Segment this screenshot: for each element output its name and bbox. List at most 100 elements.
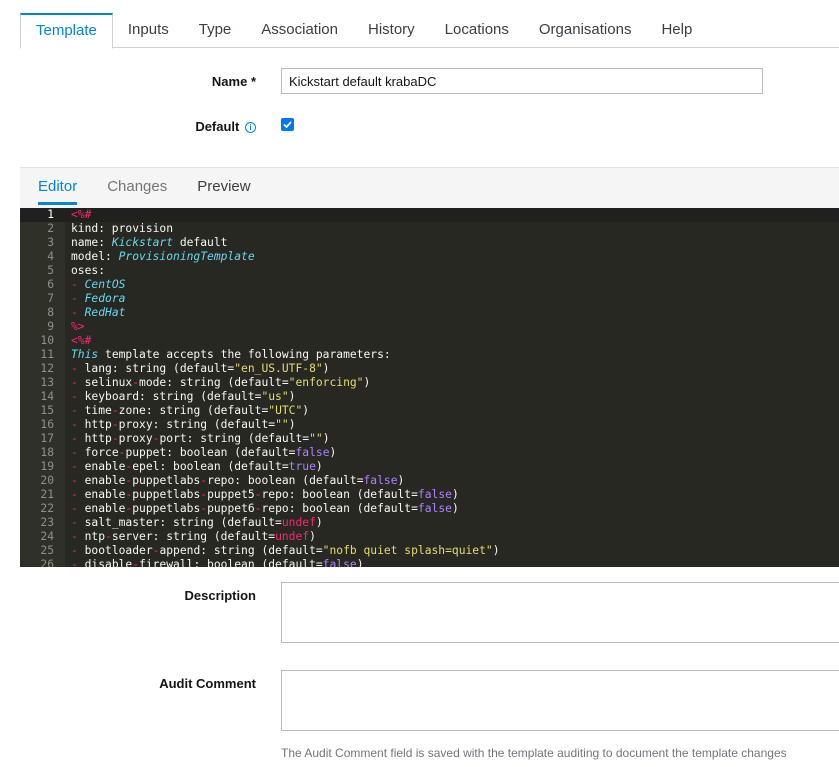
code-token: - bbox=[71, 362, 85, 375]
code-text: - salt_master: string (default=undef) bbox=[71, 516, 323, 530]
tab-editor[interactable]: Editor bbox=[38, 168, 78, 205]
code-line: 13- selinux-mode: string (default="enfor… bbox=[20, 376, 839, 390]
audit-comment-label: Audit Comment bbox=[159, 676, 256, 691]
code-token: template accepts the following parameter… bbox=[98, 348, 391, 361]
description-label: Description bbox=[184, 588, 256, 603]
code-text: %> bbox=[71, 320, 85, 334]
default-label: Default bbox=[195, 119, 240, 134]
code-token: mode: string (default= bbox=[139, 376, 289, 389]
code-token: - bbox=[71, 516, 85, 529]
code-token: http bbox=[84, 418, 112, 431]
code-line: 1 <%# bbox=[20, 208, 839, 222]
code-token: false bbox=[322, 558, 357, 567]
code-token: CentOS bbox=[84, 278, 126, 291]
code-text: <%# bbox=[71, 208, 91, 222]
tab-organisations[interactable]: Organisations bbox=[524, 13, 647, 48]
code-token: port: string (default= bbox=[159, 432, 310, 445]
code-token: - bbox=[132, 376, 140, 389]
code-line: 5 oses: bbox=[20, 264, 839, 278]
tab-locations[interactable]: Locations bbox=[430, 13, 524, 48]
tab-association[interactable]: Association bbox=[246, 13, 353, 48]
line-number: 22 bbox=[40, 502, 54, 515]
info-icon[interactable]: i bbox=[245, 122, 256, 133]
audit-comment-textarea[interactable] bbox=[281, 670, 839, 731]
code-token: enable bbox=[84, 488, 126, 501]
description-textarea[interactable] bbox=[281, 582, 839, 643]
code-token: - bbox=[71, 306, 85, 319]
code-token: - bbox=[71, 390, 85, 403]
line-number: 1 bbox=[47, 208, 54, 221]
name-input[interactable] bbox=[281, 68, 763, 94]
code-token: - bbox=[111, 432, 119, 445]
line-number: 12 bbox=[40, 362, 54, 375]
tab-history[interactable]: History bbox=[353, 13, 430, 48]
code-text: model: ProvisioningTemplate bbox=[71, 250, 255, 264]
code-token: enable bbox=[84, 502, 126, 515]
code-token: true bbox=[288, 460, 316, 473]
code-line: 18- force-puppet: boolean (default=false… bbox=[20, 446, 839, 460]
code-token: ) bbox=[322, 362, 330, 375]
code-token: - bbox=[71, 418, 85, 431]
code-text: - keyboard: string (default="us") bbox=[71, 390, 295, 404]
code-text: - CentOS bbox=[71, 278, 125, 292]
code-token: ) bbox=[288, 390, 296, 403]
code-token: - bbox=[71, 404, 85, 417]
line-number: 8 bbox=[47, 306, 54, 319]
code-line: 10 <%# bbox=[20, 334, 839, 348]
code-token: - bbox=[71, 544, 85, 557]
tab-type[interactable]: Type bbox=[184, 13, 247, 48]
code-token: ) bbox=[315, 460, 323, 473]
tab-inputs[interactable]: Inputs bbox=[113, 13, 184, 48]
editor-tab-bar: Editor Changes Preview bbox=[20, 168, 839, 207]
line-number: 17 bbox=[40, 432, 54, 445]
tab-help[interactable]: Help bbox=[646, 13, 707, 48]
code-text: - http-proxy: string (default="") bbox=[71, 418, 296, 432]
code-token: puppet6 bbox=[207, 502, 255, 515]
code-line: 23 - salt_master: string (default=undef) bbox=[20, 516, 839, 530]
code-token: "nofb quiet splash=quiet" bbox=[322, 544, 493, 557]
code-token: false bbox=[417, 502, 452, 515]
code-line: 21- enable-puppetlabs-puppet5-repo: bool… bbox=[20, 488, 839, 502]
code-token: enable bbox=[84, 474, 126, 487]
code-text: - ntp-server: string (default=undef) bbox=[71, 530, 316, 544]
code-token: kind: provision bbox=[71, 222, 174, 235]
code-line: 12 - lang: string (default="en_US.UTF-8") bbox=[20, 362, 839, 376]
tab-changes[interactable]: Changes bbox=[107, 168, 167, 207]
code-text: - http-proxy-port: string (default="") bbox=[71, 432, 330, 446]
code-token: repo: boolean (default= bbox=[261, 502, 418, 515]
code-token: bootloader bbox=[84, 544, 153, 557]
code-token: - bbox=[111, 404, 119, 417]
code-token: firewall: boolean (default= bbox=[139, 558, 323, 567]
code-token: - bbox=[71, 530, 85, 543]
code-token: puppet5 bbox=[207, 488, 255, 501]
line-number: 2 bbox=[47, 222, 54, 235]
code-token: puppet: boolean (default= bbox=[125, 446, 296, 459]
code-token: repo: boolean (default= bbox=[207, 474, 364, 487]
code-text: name: Kickstart default bbox=[71, 236, 227, 250]
code-text: - enable-puppetlabs-repo: boolean (defau… bbox=[71, 474, 404, 488]
code-token: "en_US.UTF-8" bbox=[234, 362, 323, 375]
editor-panel: Editor Changes Preview 1 <%# 2 kind: provis… bbox=[20, 167, 839, 567]
code-text: <%# bbox=[71, 334, 91, 348]
line-number: 14 bbox=[40, 390, 54, 403]
code-token: name: bbox=[71, 236, 112, 249]
line-number: 10 bbox=[40, 334, 54, 347]
code-token: - bbox=[71, 460, 85, 473]
code-token: epel: boolean (default= bbox=[132, 460, 289, 473]
code-token: ntp bbox=[84, 530, 106, 543]
code-token: false bbox=[417, 488, 452, 501]
default-checkbox[interactable] bbox=[281, 118, 294, 131]
tab-preview[interactable]: Preview bbox=[197, 168, 250, 207]
code-token: default bbox=[173, 236, 228, 249]
line-number: 6 bbox=[47, 278, 54, 291]
code-token: salt_master: string (default= bbox=[84, 516, 282, 529]
code-text: This template accepts the following para… bbox=[71, 348, 391, 362]
code-text: - time-zone: string (default="UTC") bbox=[71, 404, 309, 418]
code-token: - bbox=[71, 292, 85, 305]
code-token: "" bbox=[275, 418, 289, 431]
code-token: ProvisioningTemplate bbox=[118, 250, 255, 263]
code-token: append: string (default= bbox=[159, 544, 323, 557]
tab-template[interactable]: Template bbox=[20, 13, 113, 49]
code-token: "" bbox=[309, 432, 323, 445]
code-editor[interactable]: 1 <%# 2 kind: provision 3 name: Kickstart def… bbox=[20, 208, 839, 567]
